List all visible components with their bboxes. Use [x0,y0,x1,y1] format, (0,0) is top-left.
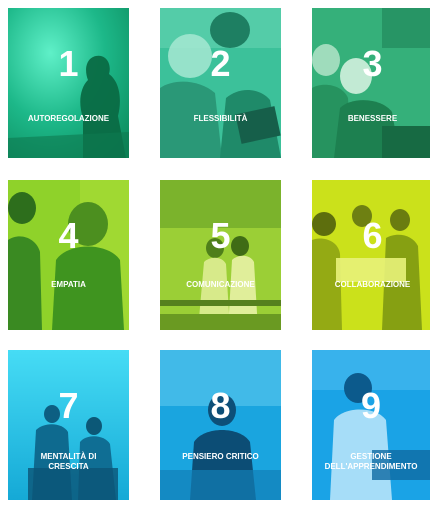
card-label: EMPATIA [51,280,86,289]
card-label: FLESSIBILITÀ [193,114,248,123]
card-comunicazione[interactable]: 5 COMUNICAZIONE [160,180,281,330]
card-number: 5 [210,215,231,256]
card-number: 2 [210,43,231,84]
card-autoregolazione[interactable]: 1 AUTOREGOLAZIONE [8,8,129,158]
card-label: COMUNICAZIONE [186,280,255,289]
card-label: BENESSERE [347,114,398,123]
card-number: 9 [360,385,382,426]
card-empatia[interactable]: 4 EMPATIA [8,180,129,330]
card-gestione-dell-apprendimento[interactable]: 9 GESTIONE DELL'APPRENDIMENTO [312,350,430,500]
card-flessibilita[interactable]: 2 FLESSIBILITÀ [160,8,281,158]
competence-grid: 1 AUTOREGOLAZIONE 2 FLESSIBILITÀ 3 BENES… [0,0,430,509]
card-pensiero-critico[interactable]: 8 PENSIERO CRITICO [160,350,281,500]
card-number: 8 [210,385,231,426]
card-label: COLLABORAZIONE [334,280,411,289]
card-number: 1 [58,43,79,84]
card-label: AUTOREGOLAZIONE [27,114,110,123]
card-number: 4 [58,215,79,256]
card-label: GESTIONE DELL'APPRENDIMENTO [324,452,418,471]
card-mentalita-di-crescita[interactable]: 7 MENTALITÀ DI CRESCITA [8,350,129,500]
card-number: 7 [58,385,79,426]
card-label: PENSIERO CRITICO [182,452,259,461]
card-number: 6 [362,215,383,256]
card-benessere[interactable]: 3 BENESSERE [312,8,430,158]
card-number: 3 [362,43,383,84]
card-label: MENTALITÀ DI CRESCITA [40,452,97,471]
card-collaborazione[interactable]: 6 COLLABORAZIONE [312,180,430,330]
